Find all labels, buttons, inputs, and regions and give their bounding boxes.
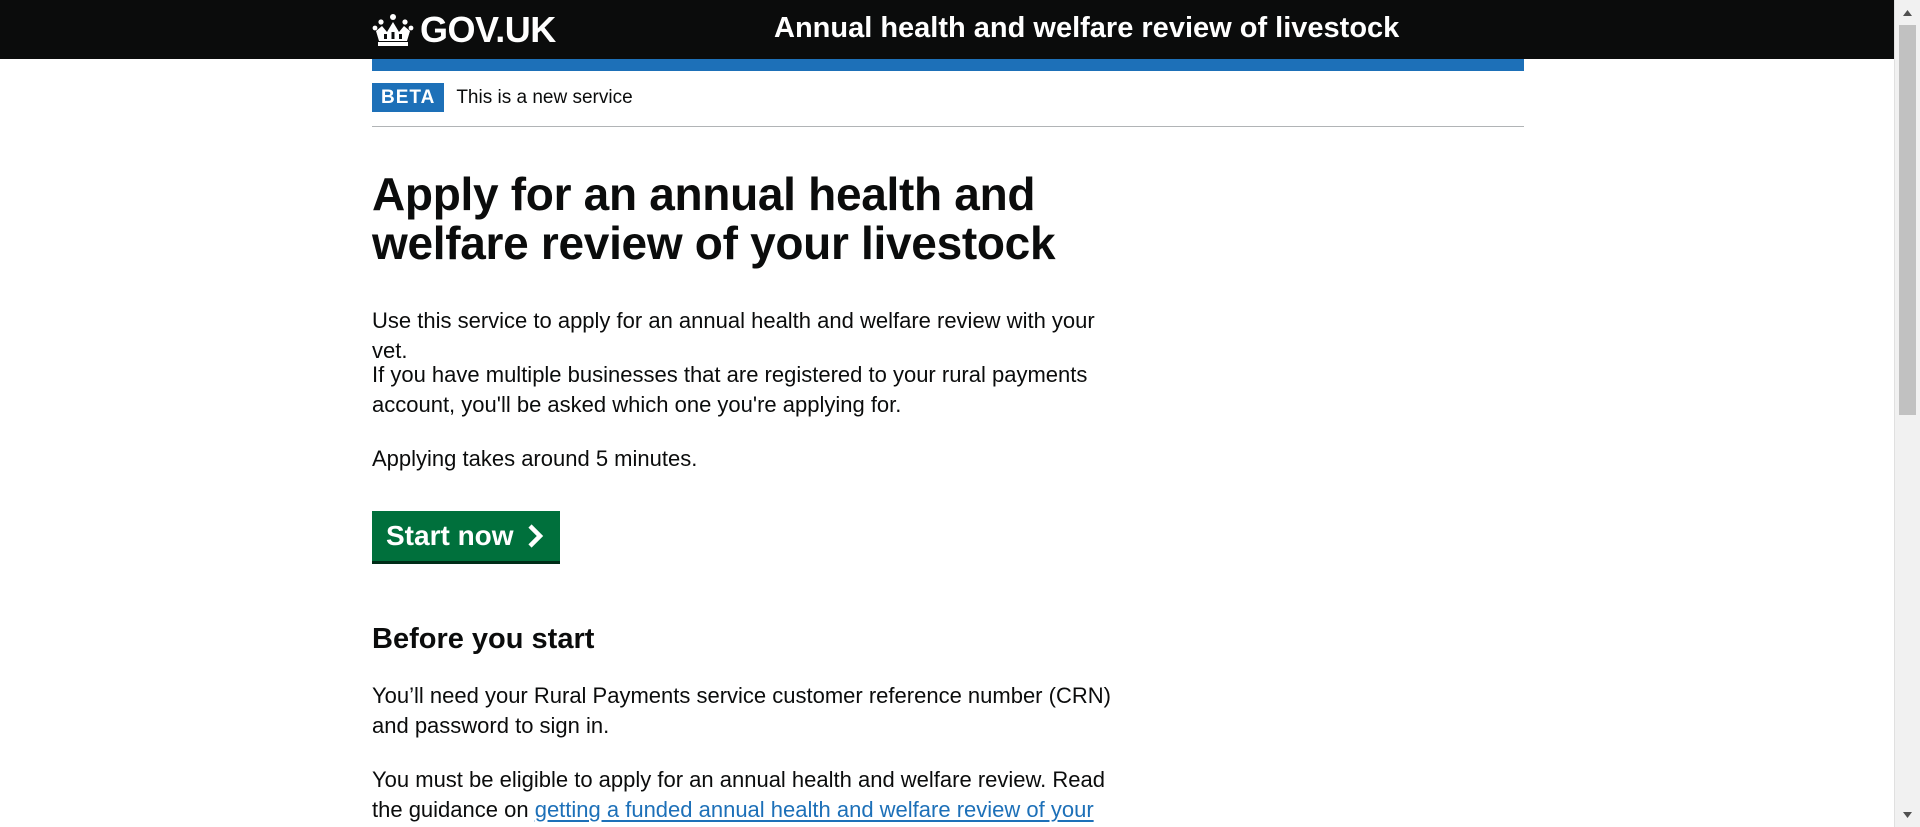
site-header: GOV.UK Annual health and welfare review … (0, 0, 1895, 59)
scroll-down-arrow-icon[interactable] (1895, 802, 1920, 827)
header-container: GOV.UK Annual health and welfare review … (372, 0, 1524, 59)
multiple-businesses-paragraph: If you have multiple businesses that are… (372, 362, 1088, 417)
page: GOV.UK Annual health and welfare review … (0, 0, 1920, 827)
vertical-scrollbar[interactable] (1894, 0, 1920, 827)
duration-paragraph: Applying takes around 5 minutes. (372, 446, 698, 471)
crn-paragraph: You’ll need your Rural Payments service … (372, 683, 1111, 738)
header-blue-bar (372, 59, 1524, 71)
scroll-up-arrow-icon[interactable] (1895, 0, 1920, 25)
chevron-right-icon (527, 524, 543, 548)
eligibility-paragraph: You must be eligible to apply for an ann… (372, 765, 1132, 825)
main-content: Apply for an annual health and welfare r… (372, 168, 1132, 822)
scrollbar-thumb[interactable] (1899, 25, 1916, 415)
phase-banner-text: This is a new service (456, 87, 633, 108)
page-title: Apply for an annual health and welfare r… (372, 168, 1056, 269)
govuk-logo-link[interactable]: GOV.UK (372, 9, 556, 50)
before-you-start-heading: Before you start (372, 623, 595, 655)
crown-icon (372, 14, 414, 46)
service-name-link[interactable]: Annual health and welfare review of live… (774, 12, 1399, 45)
eligibility-guidance-link[interactable]: getting a funded annual health and welfa… (535, 797, 1094, 822)
beta-tag: BETA (372, 83, 445, 112)
start-now-label: Start now (386, 520, 514, 551)
start-now-button[interactable]: Start now (372, 511, 560, 561)
intro-paragraph: Use this service to apply for an annual … (372, 308, 1095, 363)
logo-text: GOV.UK (420, 9, 556, 50)
phase-banner: BETA This is a new service (372, 83, 1524, 127)
